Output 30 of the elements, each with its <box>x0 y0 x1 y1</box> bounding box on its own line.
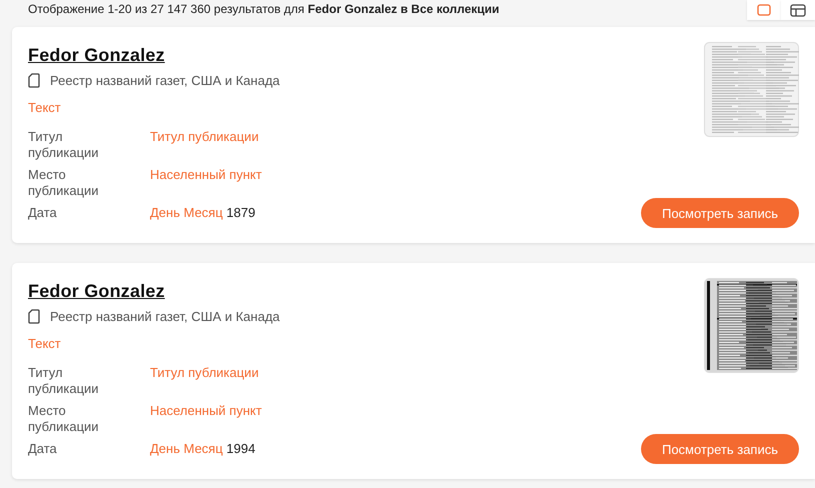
field-label: Титул публикации <box>28 365 100 397</box>
field-value-link[interactable]: Титул публикации <box>150 129 259 144</box>
record-name-link[interactable]: Fedor Gonzalez <box>28 45 280 66</box>
record-name-link[interactable]: Fedor Gonzalez <box>28 281 280 302</box>
field-value-link[interactable]: Населенный пункт <box>150 167 262 182</box>
document-icon <box>28 73 40 88</box>
table-view-button[interactable] <box>781 0 815 20</box>
field-label: Дата <box>28 441 58 457</box>
record-type-link[interactable]: Текст <box>28 336 280 351</box>
field-label: Титул публикации <box>28 129 100 161</box>
year-text: 1879 <box>226 205 256 220</box>
field-value-link[interactable]: День Месяц <box>150 441 223 456</box>
list-view-icon <box>757 4 771 16</box>
field-label: Дата <box>28 205 58 221</box>
table-view-icon <box>790 4 806 16</box>
field-label: Место публикации <box>28 167 100 199</box>
field-label: Место публикации <box>28 403 100 435</box>
results-summary: Отображение 1-20 из 27 147 360 результатов для Fedor Gonzalez в Все коллекции <box>28 2 500 16</box>
newspaper-thumbnail[interactable] <box>704 42 799 137</box>
field-value-link[interactable]: День Месяц <box>150 205 223 220</box>
view-record-button[interactable]: Посмотреть запись <box>641 434 799 464</box>
view-record-button[interactable]: Посмотреть запись <box>641 198 799 228</box>
collection-name: Реестр названий газет, США и Канада <box>50 309 280 324</box>
year-text: 1994 <box>226 441 256 456</box>
field-value-link[interactable]: Титул публикации <box>150 365 259 380</box>
record-type-link[interactable]: Текст <box>28 100 280 115</box>
document-icon <box>28 309 40 324</box>
collection-name: Реестр названий газет, США и Канада <box>50 73 280 88</box>
field-value-link[interactable]: Населенный пункт <box>150 403 262 418</box>
newspaper-thumbnail[interactable] <box>704 278 799 373</box>
